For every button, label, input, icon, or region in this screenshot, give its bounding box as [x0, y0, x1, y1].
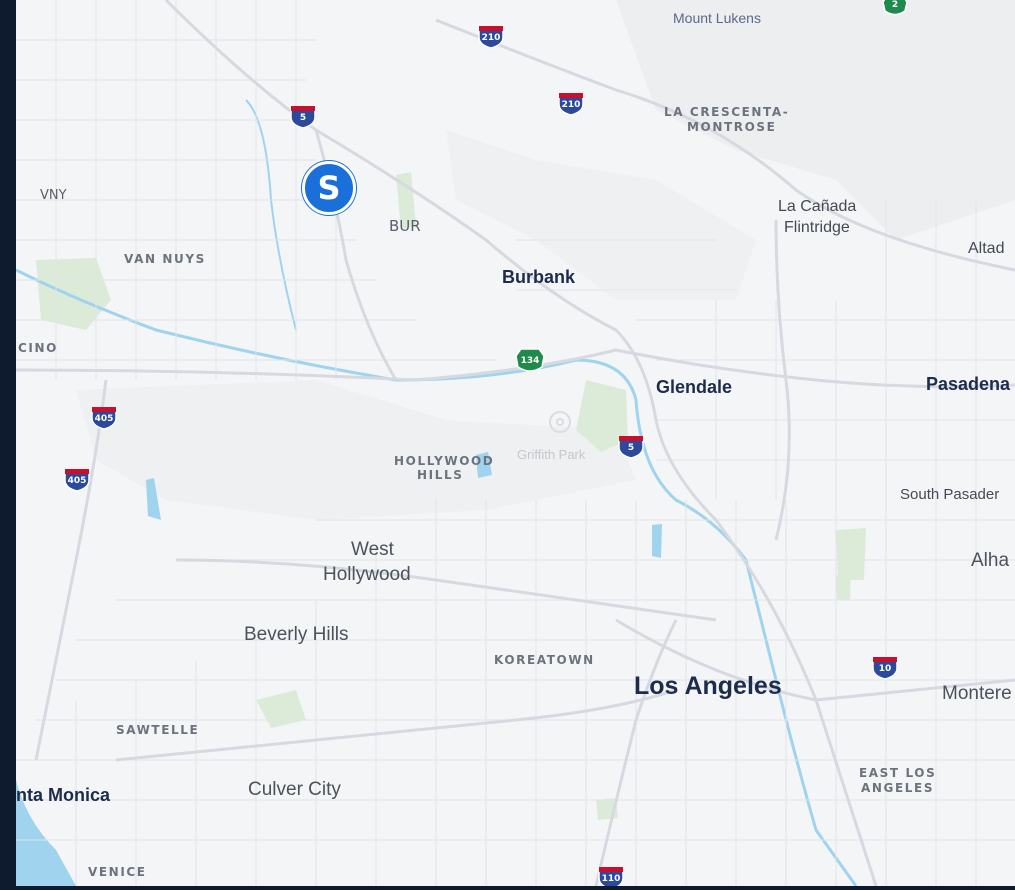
- label-altadena: Altad: [968, 240, 1005, 257]
- shield-label: 405: [94, 414, 114, 424]
- label-burbank: Burbank: [502, 267, 576, 287]
- pin-marker-icon[interactable]: S: [302, 161, 356, 215]
- shield-label: 2: [891, 0, 899, 10]
- label-la-crescenta: LA CRESCENTA-: [664, 105, 790, 119]
- label-los-angeles: Los Angeles: [634, 672, 782, 700]
- label-culver-city: Culver City: [248, 779, 341, 800]
- label-van-nuys: VAN NUYS: [124, 252, 206, 266]
- marker-letter: S: [317, 169, 341, 207]
- label-pasadena: Pasadena: [926, 374, 1011, 394]
- label-hollywood-hills-2: HILLS: [417, 468, 464, 482]
- label-alhambra: Alha: [971, 550, 1010, 571]
- label-sawtelle: SAWTELLE: [116, 723, 200, 737]
- interstate-5-shield-icon: 5: [618, 435, 644, 459]
- label-glendale: Glendale: [656, 377, 733, 397]
- interstate-110-shield-icon: 110: [598, 866, 624, 886]
- interstate-5-shield-icon: 5: [290, 105, 316, 129]
- label-west-hollywood: West: [351, 539, 394, 560]
- shield-label: 5: [299, 113, 307, 123]
- shield-label: 210: [481, 33, 501, 43]
- label-griffith-park: Griffith Park: [517, 447, 586, 462]
- interstate-405-shield-icon: 405: [91, 406, 117, 430]
- label-south-pasadena: South Pasader: [900, 486, 1000, 503]
- label-east-la: EAST LOS: [859, 766, 937, 780]
- shield-label: 110: [601, 874, 621, 884]
- label-koreatown: KOREATOWN: [494, 653, 595, 667]
- label-monterey-park: Montere: [942, 683, 1012, 704]
- label-west-hollywood-2: Hollywood: [323, 564, 411, 585]
- label-hollywood-hills: HOLLYWOOD: [394, 454, 495, 468]
- map-canvas[interactable]: Mount Lukens LA CRESCENTA- MONTROSE VNY …: [16, 0, 1015, 886]
- map-base-layer: [16, 0, 1015, 886]
- label-bur-airport: BUR: [389, 217, 421, 235]
- label-la-canada: La Cañada: [778, 198, 857, 215]
- shield-label: 10: [878, 664, 892, 674]
- label-montrose: MONTROSE: [687, 120, 777, 134]
- label-beverly-hills: Beverly Hills: [244, 624, 349, 645]
- shield-label: 405: [67, 476, 87, 486]
- label-encino: CINO: [18, 341, 58, 355]
- poi-ring-icon: [549, 411, 571, 433]
- label-mount-lukens: Mount Lukens: [673, 10, 761, 26]
- label-santa-monica: nta Monica: [16, 785, 111, 805]
- shield-label: 134: [520, 356, 540, 366]
- interstate-210-shield-icon: 210: [558, 92, 584, 116]
- label-venice: VENICE: [88, 865, 147, 879]
- state-route-134-shield-icon: 134: [515, 347, 545, 375]
- shield-label: 210: [561, 100, 581, 110]
- interstate-10-shield-icon: 10: [872, 656, 898, 680]
- label-east-la-2: ANGELES: [861, 781, 935, 795]
- label-vny-airport: VNY: [40, 188, 67, 203]
- state-route-2-shield-icon: 2: [882, 0, 908, 18]
- label-flintridge: Flintridge: [784, 219, 850, 236]
- interstate-405-shield-icon: 405: [64, 468, 90, 492]
- shield-label: 5: [627, 443, 635, 453]
- interstate-210-shield-icon: 210: [478, 25, 504, 49]
- sidebar-edge: [0, 0, 16, 890]
